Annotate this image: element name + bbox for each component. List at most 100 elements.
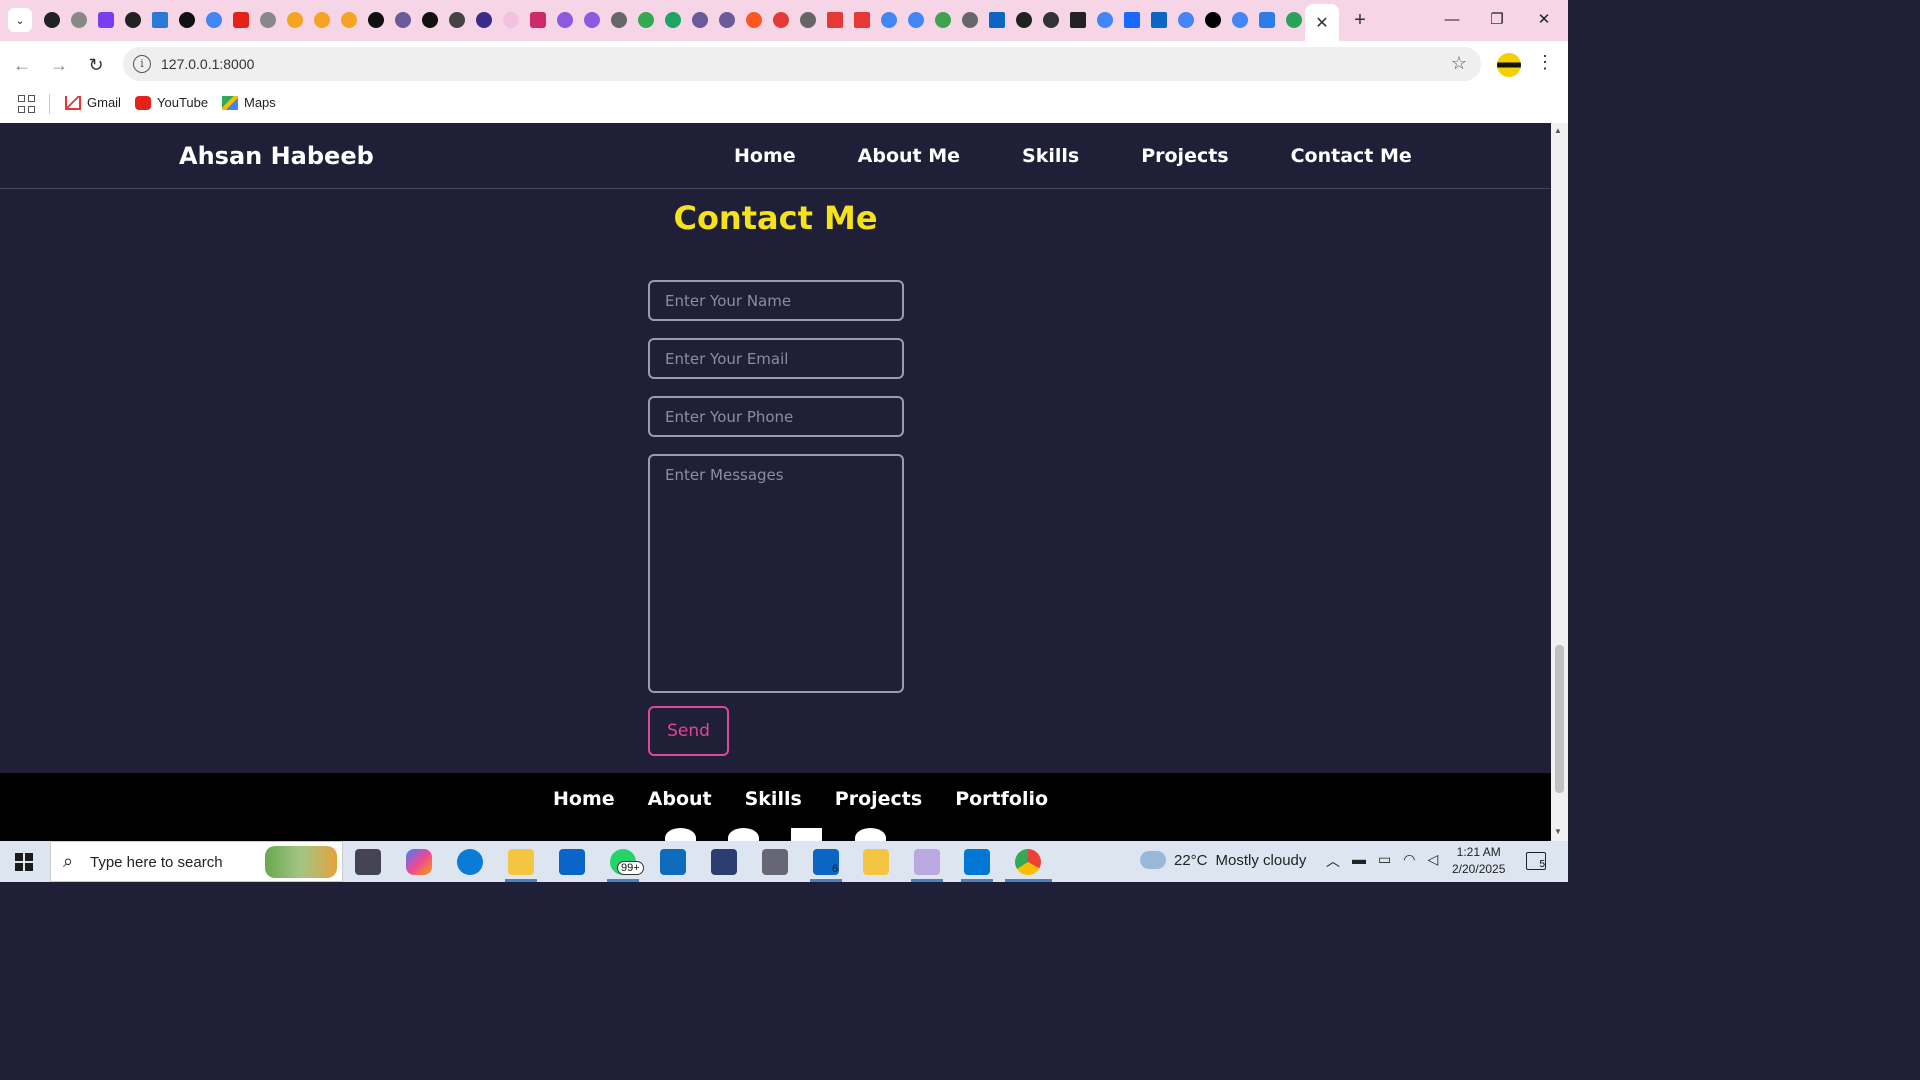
meet-icon[interactable]: ▭ [1378,851,1391,871]
footer-skills[interactable]: Skills [745,788,802,810]
active-tab-close-icon[interactable]: ✕ [1305,4,1339,41]
tab-openai[interactable] [418,9,441,31]
copilot-icon[interactable] [406,849,432,875]
tab-google[interactable] [634,9,657,31]
footer-home[interactable]: Home [553,788,615,810]
nav-contact-me[interactable]: Contact Me [1291,145,1412,167]
bookmark-maps[interactable]: Maps [222,95,276,110]
tab-app[interactable] [499,9,522,31]
social-icon[interactable] [728,828,759,841]
tab-app[interactable] [823,9,846,31]
task-view-icon[interactable] [355,849,381,875]
window-close-icon[interactable]: ✕ [1532,8,1556,32]
volume-icon[interactable]: ◁ [1427,851,1438,871]
profile-avatar[interactable] [1497,53,1521,77]
browser-menu-icon[interactable]: ⋮ [1536,52,1554,73]
camera-icon[interactable] [762,849,788,875]
tab-linkedin[interactable] [1147,9,1170,31]
site-info-icon[interactable]: i [133,55,151,73]
tab-google[interactable] [1228,9,1251,31]
email-input[interactable] [648,338,904,379]
tab-behance[interactable] [1120,9,1143,31]
send-button[interactable]: Send [648,706,729,756]
page-scrollbar[interactable]: ▲ ▼ [1551,123,1568,841]
tab-github[interactable] [40,9,63,31]
tab-google[interactable] [202,9,225,31]
outlook-icon[interactable] [660,849,686,875]
scroll-up-icon[interactable]: ▲ [1554,126,1562,135]
vscode-icon[interactable] [964,849,990,875]
tab-openai[interactable] [175,9,198,31]
tab-github[interactable] [1012,9,1035,31]
address-bar[interactable]: i 127.0.0.1:8000 ☆ [123,47,1481,81]
windows-start-icon[interactable] [15,853,33,871]
apps-grid-icon[interactable] [18,95,36,113]
tab-doc[interactable] [310,9,333,31]
tab-openai[interactable] [445,9,468,31]
social-icon[interactable] [855,828,886,841]
minimize-icon[interactable]: — [1440,8,1464,32]
mail-icon[interactable] [559,849,585,875]
bookmark-star-icon[interactable]: ☆ [1451,53,1467,74]
site-logo[interactable]: Ahsan Habeeb [179,142,374,170]
tab-app[interactable] [580,9,603,31]
tab-globe[interactable] [607,9,630,31]
tab-app[interactable] [715,9,738,31]
tab-app[interactable] [661,9,684,31]
chevron-up-icon[interactable]: ︿ [1326,851,1340,871]
tab-github[interactable] [121,9,144,31]
tab-globe[interactable] [256,9,279,31]
tab-app[interactable] [688,9,711,31]
reload-icon[interactable]: ↻ [84,53,108,77]
back-icon[interactable]: ← [10,53,34,77]
tab-app[interactable] [1066,9,1089,31]
social-icon[interactable] [791,828,822,841]
tab-app[interactable] [931,9,954,31]
tab-google[interactable] [1093,9,1116,31]
chrome-icon[interactable] [1015,849,1041,875]
tab-app[interactable] [769,9,792,31]
footer-about[interactable]: About [648,788,712,810]
address-url[interactable]: 127.0.0.1:8000 [161,56,254,72]
nav-home[interactable]: Home [734,145,796,167]
tab-drive[interactable] [1282,9,1305,31]
wifi-icon[interactable]: ◠ [1403,851,1415,871]
forward-icon[interactable]: → [47,53,71,77]
tab-app[interactable] [526,9,549,31]
bookmark-gmail[interactable]: Gmail [65,95,121,110]
new-tab-button[interactable]: + [1348,8,1372,32]
tab-linkedin[interactable] [985,9,1008,31]
tab-app[interactable] [850,9,873,31]
tab-doc[interactable] [283,9,306,31]
tab-app[interactable] [391,9,414,31]
battery-icon[interactable]: ▬ [1352,851,1366,871]
tab-google[interactable] [904,9,927,31]
scrollbar-thumb[interactable] [1555,645,1564,793]
tab-app[interactable] [742,9,765,31]
app-icon[interactable] [711,849,737,875]
nav-skills[interactable]: Skills [1022,145,1079,167]
tab-app[interactable] [1039,9,1062,31]
tab-globe[interactable] [958,9,981,31]
tab-globe[interactable] [67,9,90,31]
tab-globe[interactable] [796,9,819,31]
tab-app[interactable] [472,9,495,31]
notification-icon[interactable]: 5 [1526,852,1546,870]
tab-flag[interactable] [148,9,171,31]
app-icon[interactable] [863,849,889,875]
name-input[interactable] [648,280,904,321]
paint-icon[interactable] [914,849,940,875]
footer-portfolio[interactable]: Portfolio [955,788,1048,810]
tab-app[interactable] [1201,9,1224,31]
nav-about-me[interactable]: About Me [858,145,960,167]
tab-google[interactable] [1174,9,1197,31]
phone-input[interactable] [648,396,904,437]
scroll-down-icon[interactable]: ▼ [1554,827,1562,836]
edge-icon[interactable] [457,849,483,875]
tab-forms[interactable] [1255,9,1278,31]
message-textarea[interactable] [648,454,904,693]
file-explorer-icon[interactable] [508,849,534,875]
tab-google[interactable] [877,9,900,31]
nav-projects[interactable]: Projects [1141,145,1228,167]
taskbar-search[interactable]: ⌕ Type here to search [50,841,343,882]
